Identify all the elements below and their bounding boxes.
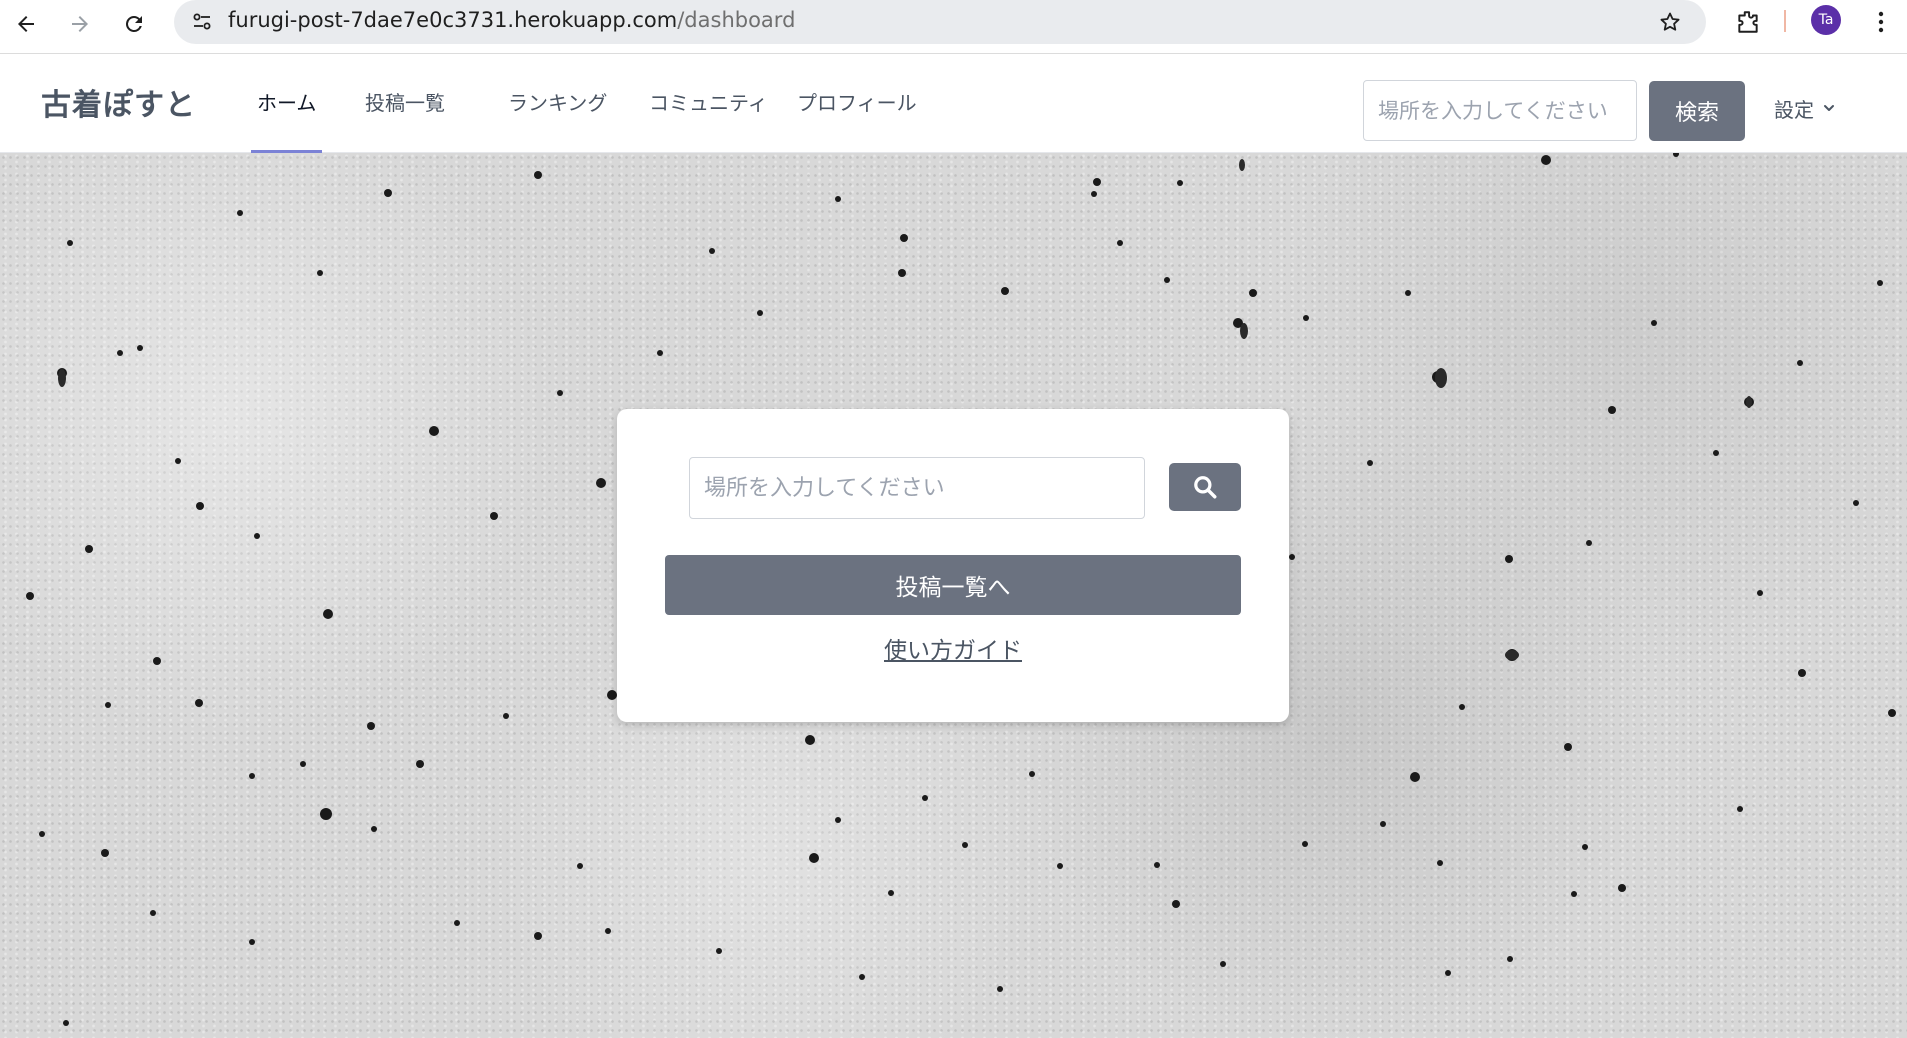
nav-ranking[interactable]: ランキング bbox=[508, 54, 607, 153]
concrete-background: 投稿一覧へ 使い方ガイド bbox=[0, 153, 1907, 1038]
nav-home[interactable]: ホーム bbox=[250, 54, 323, 153]
card-search-button[interactable] bbox=[1169, 463, 1241, 511]
settings-label: 設定 bbox=[1774, 97, 1814, 122]
search-card: 投稿一覧へ 使い方ガイド bbox=[617, 409, 1289, 722]
card-search-input[interactable] bbox=[689, 457, 1145, 519]
browser-toolbar: furugi-post-7dae7e0c3731.herokuapp.com/d… bbox=[0, 0, 1907, 54]
browser-menu-button[interactable] bbox=[1866, 4, 1896, 40]
app-header: 古着ぽすと ホーム 投稿一覧 ランキング コミュニティ プロフィール 検索 設定 bbox=[0, 54, 1907, 153]
nav-profile[interactable]: プロフィール bbox=[797, 54, 917, 153]
forward-button[interactable] bbox=[60, 4, 100, 44]
chevron-down-icon bbox=[1824, 105, 1834, 111]
header-search-button[interactable]: 検索 bbox=[1649, 81, 1745, 141]
brand-logo[interactable]: 古着ぽすと bbox=[41, 80, 196, 124]
posts-list-button[interactable]: 投稿一覧へ bbox=[665, 555, 1241, 615]
site-info-icon bbox=[193, 13, 211, 30]
settings-dropdown[interactable]: 設定 bbox=[1774, 90, 1836, 126]
reload-button[interactable] bbox=[114, 4, 154, 44]
reload-icon bbox=[126, 15, 142, 32]
bookmark-button[interactable] bbox=[1654, 6, 1686, 38]
extensions-button[interactable] bbox=[1730, 4, 1766, 40]
guide-link-wrapper: 使い方ガイド bbox=[617, 631, 1289, 671]
url-host: furugi-post-7dae7e0c3731.herokuapp.com bbox=[228, 8, 678, 32]
forward-icon bbox=[72, 16, 88, 32]
profile-avatar[interactable]: Ta bbox=[1811, 5, 1841, 35]
usage-guide-link[interactable]: 使い方ガイド bbox=[884, 638, 1022, 664]
address-bar[interactable]: furugi-post-7dae7e0c3731.herokuapp.com/d… bbox=[174, 0, 1706, 44]
back-icon bbox=[18, 16, 34, 32]
bookmark-star-icon bbox=[1660, 12, 1680, 31]
search-icon bbox=[1194, 476, 1217, 499]
menu-kebab-icon bbox=[1878, 11, 1884, 33]
url-path: /dashboard bbox=[677, 8, 796, 32]
back-button[interactable] bbox=[6, 4, 46, 44]
nav-community[interactable]: コミュニティ bbox=[649, 54, 768, 153]
site-info-button[interactable] bbox=[186, 6, 218, 38]
nav-posts[interactable]: 投稿一覧 bbox=[365, 54, 445, 153]
extensions-icon bbox=[1738, 11, 1758, 33]
url-text[interactable]: furugi-post-7dae7e0c3731.herokuapp.com/d… bbox=[228, 0, 795, 44]
toolbar-separator bbox=[1784, 10, 1786, 32]
header-search-input[interactable] bbox=[1363, 80, 1637, 141]
